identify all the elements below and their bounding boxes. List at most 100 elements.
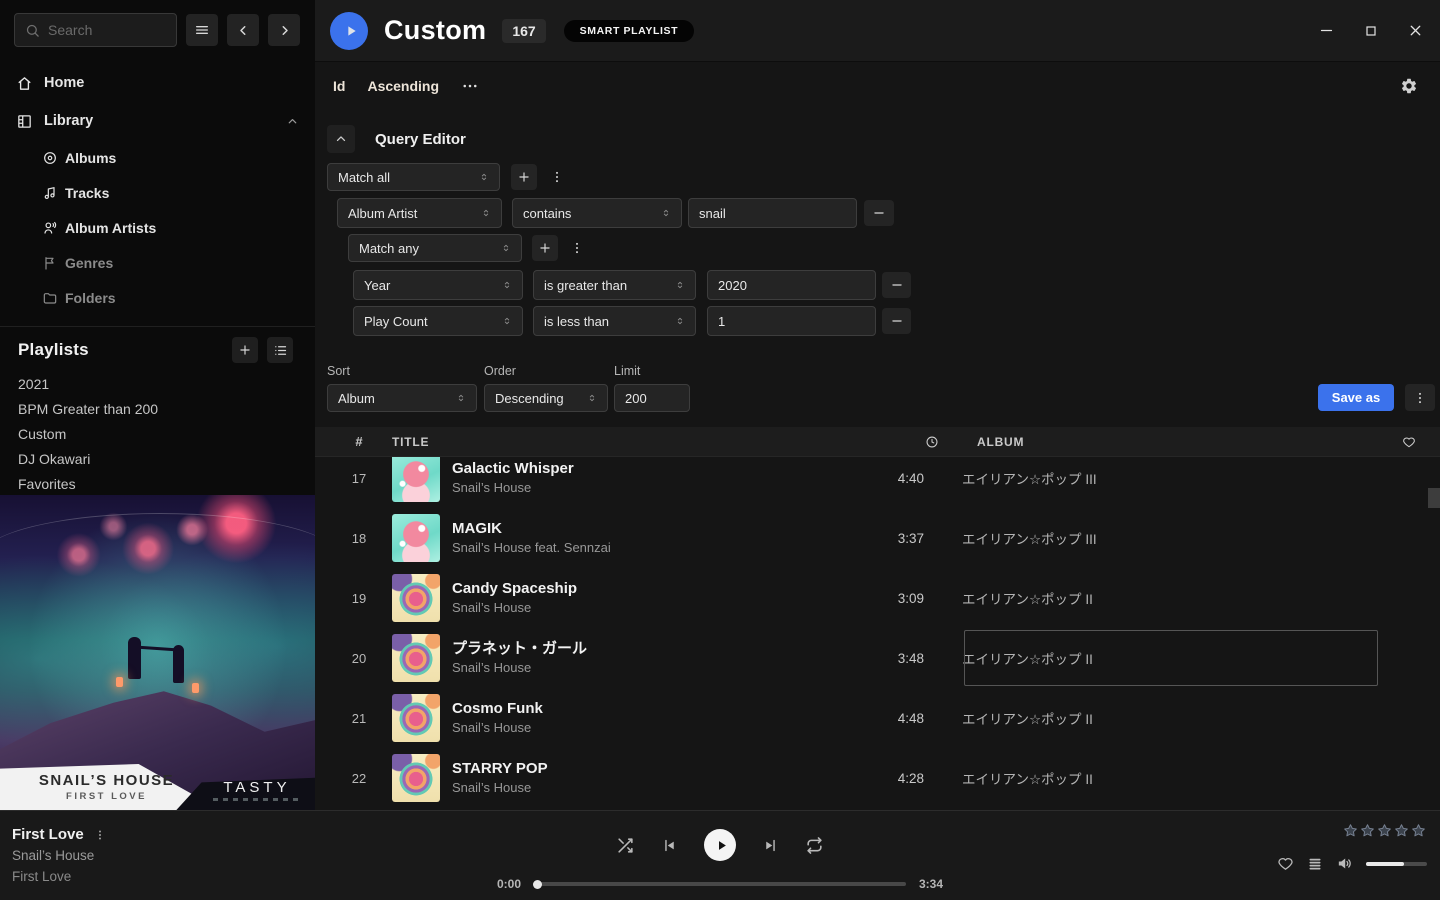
table-row[interactable]: 22 STARRY POPSnail’s House 4:28 エイリアン☆ポッ… bbox=[315, 748, 1440, 808]
rule-operator-select[interactable]: is less than bbox=[533, 306, 696, 336]
now-playing-title: First Love bbox=[12, 826, 84, 843]
star-icon bbox=[1377, 823, 1392, 838]
rule-value-input[interactable] bbox=[707, 306, 876, 336]
track-title: STARRY POP bbox=[452, 759, 831, 778]
column-header-favorite[interactable] bbox=[1377, 435, 1440, 449]
column-header-album[interactable]: ALBUM bbox=[977, 435, 1377, 449]
album-cover-thumb bbox=[392, 514, 440, 562]
rating-star[interactable] bbox=[1394, 823, 1409, 838]
tracks-note-icon bbox=[42, 185, 58, 201]
search-input[interactable] bbox=[48, 22, 166, 38]
lantern-string bbox=[0, 513, 315, 603]
previous-button[interactable] bbox=[661, 837, 678, 854]
add-playlist-button[interactable] bbox=[232, 337, 258, 363]
column-header-title[interactable]: TITLE bbox=[392, 435, 856, 449]
query-editor-collapse-button[interactable] bbox=[327, 125, 355, 153]
playlist-view-button[interactable] bbox=[267, 337, 293, 363]
playlist-item[interactable]: BPM Greater than 200 bbox=[0, 396, 315, 421]
sort-select[interactable]: Album bbox=[327, 384, 477, 412]
rule-field-select[interactable]: Play Count bbox=[353, 306, 523, 336]
repeat-button[interactable] bbox=[805, 836, 824, 855]
track-menu-button[interactable] bbox=[94, 828, 106, 842]
album-artists-icon bbox=[42, 220, 58, 236]
track-album: エイリアン☆ポップ II bbox=[962, 768, 1362, 788]
rule-value-input[interactable] bbox=[707, 270, 876, 300]
sidebar-item-library[interactable]: Library bbox=[0, 102, 315, 140]
rule-operator-select[interactable]: contains bbox=[512, 198, 682, 228]
next-button[interactable] bbox=[762, 837, 779, 854]
table-row[interactable]: 17 Galactic WhisperSnail’s House 4:40 エイ… bbox=[315, 457, 1440, 508]
rating-star[interactable] bbox=[1343, 823, 1358, 838]
remove-rule-button[interactable] bbox=[882, 272, 911, 298]
play-pause-button[interactable] bbox=[704, 829, 736, 861]
order-select[interactable]: Descending bbox=[484, 384, 608, 412]
limit-input[interactable] bbox=[614, 384, 690, 412]
column-header-number[interactable]: # bbox=[329, 434, 389, 449]
album-cover-thumb bbox=[392, 634, 440, 682]
sort-field-button[interactable]: Id bbox=[333, 78, 345, 94]
page-title: Custom bbox=[384, 15, 486, 46]
table-header: # TITLE ALBUM bbox=[315, 427, 1440, 457]
table-row[interactable]: 18 MAGIKSnail’s House feat. Sennzai 3:37… bbox=[315, 508, 1440, 568]
artwork-label: TASTY bbox=[209, 779, 305, 796]
remove-rule-button[interactable] bbox=[864, 200, 894, 226]
group-menu-button[interactable] bbox=[548, 164, 566, 190]
save-menu-button[interactable] bbox=[1405, 384, 1435, 411]
playlist-item[interactable]: 2021 bbox=[0, 371, 315, 396]
genres-flag-icon bbox=[42, 255, 58, 271]
rule-operator-select[interactable]: is greater than bbox=[533, 270, 696, 300]
playlist-item[interactable]: Favorites bbox=[0, 471, 315, 496]
favorite-button[interactable] bbox=[1277, 855, 1294, 872]
menu-button[interactable] bbox=[186, 14, 218, 46]
playlist-item[interactable]: Custom bbox=[0, 421, 315, 446]
add-rule-button[interactable] bbox=[532, 235, 558, 261]
match-type-select[interactable]: Match all bbox=[327, 163, 500, 191]
close-button[interactable] bbox=[1407, 22, 1424, 39]
rule-value-input[interactable] bbox=[688, 198, 857, 228]
minimize-button[interactable] bbox=[1318, 22, 1335, 39]
remove-rule-button[interactable] bbox=[882, 308, 911, 334]
sidebar-item-folders[interactable]: Folders bbox=[0, 280, 315, 315]
settings-button[interactable] bbox=[1400, 77, 1418, 95]
maximize-button[interactable] bbox=[1363, 23, 1379, 39]
scrollbar-thumb[interactable] bbox=[1428, 488, 1440, 508]
rating-star[interactable] bbox=[1377, 823, 1392, 838]
volume-button[interactable] bbox=[1336, 855, 1353, 872]
chevron-up-icon[interactable] bbox=[286, 115, 299, 128]
sidebar-item-albums[interactable]: Albums bbox=[0, 140, 315, 175]
sort-order-button[interactable]: Ascending bbox=[367, 78, 439, 94]
rule-field-select[interactable]: Year bbox=[353, 270, 523, 300]
add-rule-button[interactable] bbox=[511, 164, 537, 190]
volume-slider[interactable] bbox=[1366, 862, 1427, 866]
table-row[interactable]: 21 Cosmo FunkSnail’s House 4:48 エイリアン☆ポッ… bbox=[315, 688, 1440, 748]
save-as-button[interactable]: Save as bbox=[1318, 384, 1394, 411]
table-row[interactable]: 19 Candy SpaceshipSnail’s House 3:09 エイリ… bbox=[315, 568, 1440, 628]
sidebar-item-genres[interactable]: Genres bbox=[0, 245, 315, 280]
match-type-select[interactable]: Match any bbox=[348, 234, 522, 262]
sidebar-item-home[interactable]: Home bbox=[0, 64, 315, 102]
play-playlist-button[interactable] bbox=[330, 12, 368, 50]
player-bar: First Love Snail’s House First Love 0:00… bbox=[0, 810, 1440, 900]
now-playing-artwork[interactable]: SNAIL’S HOUSE FIRST LOVE TASTY bbox=[0, 495, 315, 810]
sidebar-item-album-artists[interactable]: Album Artists bbox=[0, 210, 315, 245]
group-menu-button[interactable] bbox=[568, 235, 586, 261]
sidebar-item-label: Album Artists bbox=[65, 220, 156, 236]
repeat-icon bbox=[805, 836, 824, 855]
rule-field-select[interactable]: Album Artist bbox=[337, 198, 502, 228]
playlist-item[interactable]: DJ Okawari bbox=[0, 446, 315, 471]
back-button[interactable] bbox=[227, 14, 259, 46]
seek-handle[interactable] bbox=[533, 880, 542, 889]
playlist-list-icon bbox=[273, 343, 288, 358]
search-box[interactable] bbox=[14, 13, 177, 47]
rating-star[interactable] bbox=[1411, 823, 1426, 838]
seek-bar[interactable] bbox=[534, 882, 906, 886]
shuffle-button[interactable] bbox=[616, 836, 635, 855]
table-row[interactable]: 20 プラネット・ガールSnail’s House 3:48 エイリアン☆ポップ… bbox=[315, 628, 1440, 688]
column-header-duration[interactable] bbox=[856, 435, 946, 449]
queue-button[interactable] bbox=[1307, 856, 1323, 872]
track-title: Cosmo Funk bbox=[452, 699, 831, 718]
forward-button[interactable] bbox=[268, 14, 300, 46]
rating-star[interactable] bbox=[1360, 823, 1375, 838]
more-options-button[interactable] bbox=[461, 77, 479, 95]
sidebar-item-tracks[interactable]: Tracks bbox=[0, 175, 315, 210]
